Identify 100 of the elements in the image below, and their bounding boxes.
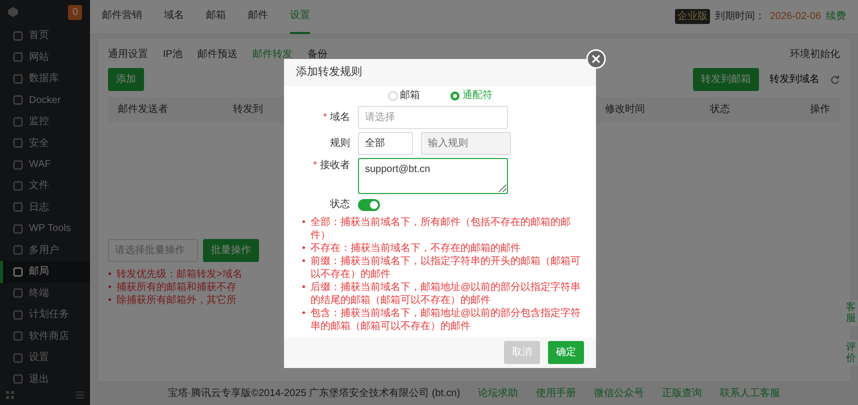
square-icon <box>13 74 23 84</box>
square-icon <box>13 310 23 320</box>
square-icon <box>13 245 23 256</box>
square-icon <box>13 288 23 298</box>
bullet: • <box>108 281 112 294</box>
bullet: • <box>302 255 306 269</box>
notification-badge: 0 <box>68 4 82 20</box>
sidebar-item[interactable]: Docker <box>0 89 90 111</box>
side-float-button[interactable]: 客服 <box>844 300 858 326</box>
expiry-label: 到期时间： <box>714 10 765 24</box>
square-icon <box>13 352 23 363</box>
sidebar-item[interactable]: 邮局 <box>0 261 90 283</box>
column-header: 操作 <box>810 103 830 117</box>
column-header: 转发到 <box>233 103 263 117</box>
logo-icon <box>8 7 18 18</box>
expiry-date: 2026-02-06 <box>770 10 821 24</box>
add-button[interactable]: 添加 <box>108 68 144 91</box>
sidebar-item[interactable]: 网站 <box>0 46 90 68</box>
square-icon <box>13 202 23 212</box>
footer-link[interactable]: 联系人工客服 <box>720 386 780 400</box>
sidebar-item[interactable]: WP Tools <box>0 218 90 240</box>
copyright-text: 宝塔·腾讯云专享版©2014-2025 广东堡塔安全技术有限公司 (bt.cn) <box>168 386 460 400</box>
sidebar-item[interactable]: WAF <box>0 154 90 176</box>
field-label: 规则 <box>330 137 350 151</box>
column-header: 状态 <box>710 102 730 117</box>
note-text: 捕获所有的邮箱和捕获不存 <box>116 281 237 294</box>
nav-tab[interactable]: 域名 <box>164 0 184 34</box>
sidebar-item[interactable]: 退出 <box>0 368 90 390</box>
domain-select[interactable]: 请选择 <box>358 106 508 129</box>
sidebar-item[interactable]: 首页 <box>0 24 90 46</box>
sidebar-item[interactable]: 终端 <box>0 282 90 304</box>
sidebar-item[interactable]: 软件商店 <box>0 326 90 347</box>
sidebar-item[interactable]: 日志 <box>0 196 90 218</box>
nav-tab[interactable]: 邮箱 <box>206 0 226 34</box>
sidebar-item[interactable]: 计划任务 <box>0 304 90 326</box>
menu-icon <box>75 390 85 400</box>
bullet: • <box>108 294 112 307</box>
nav-tab[interactable]: 邮件 <box>248 0 268 34</box>
nav-tab[interactable]: 设置 <box>290 0 310 34</box>
recipient-field[interactable]: support@bt.cn <box>358 158 508 194</box>
footer-link[interactable]: 正版查询 <box>662 386 702 400</box>
note-text: 后缀：捕获当前域名下，邮箱地址@以前的部分以指定字符串的结尾的邮箱（邮箱可以不存在）的邮件 <box>310 281 582 307</box>
note-text: 前缀：捕获当前域名下，以指定字符串的开头的邮箱（邮箱可以不存在）的邮件 <box>310 255 582 281</box>
sub-tab[interactable]: 通用设置 <box>108 47 148 62</box>
sub-tab[interactable]: 邮件预送 <box>197 47 238 62</box>
field-label: 域名 <box>330 110 350 125</box>
sub-tab[interactable]: 邮件转发 <box>252 47 292 62</box>
radio-option[interactable]: 通配符 <box>450 88 492 103</box>
field-label: 状态 <box>330 198 350 212</box>
renew-link[interactable]: 续费 <box>826 9 846 24</box>
radio-option[interactable]: 邮箱 <box>388 88 420 103</box>
grid-icon <box>5 390 15 400</box>
required-mark: * <box>323 111 327 125</box>
confirm-button[interactable]: 确定 <box>548 341 584 364</box>
note-text: 转发优先级：邮箱转发>域名 <box>116 268 242 281</box>
close-icon[interactable] <box>586 49 606 69</box>
sidebar-item[interactable]: 设置 <box>0 347 90 368</box>
square-icon <box>13 331 23 342</box>
footer-link[interactable]: 使用手册 <box>536 386 576 400</box>
sidebar-item[interactable]: 安全 <box>0 132 90 154</box>
column-header: 修改时间 <box>605 102 646 117</box>
field-label: 接收者 <box>320 158 350 173</box>
square-icon <box>13 138 23 148</box>
env-init-link[interactable]: 环境初始化 <box>790 47 840 62</box>
square-icon <box>13 30 23 41</box>
bullet: • <box>302 307 306 321</box>
sidebar-item[interactable]: 监控 <box>0 110 90 132</box>
toggle-button[interactable]: 转发到邮箱 <box>693 68 759 91</box>
bulk-button[interactable]: 批量操作 <box>203 239 259 262</box>
side-float-button[interactable]: 评价 <box>844 340 858 366</box>
sidebar-item[interactable]: 多用户 <box>0 240 90 262</box>
sub-tab[interactable]: 备份 <box>307 47 328 62</box>
note-text: 除捕获所有邮箱外，其它所 <box>116 294 237 307</box>
note-text: 不存在：捕获当前域名下，不存在的邮箱的邮件 <box>310 242 521 255</box>
column-header: 邮件发送者 <box>118 102 169 117</box>
square-icon <box>13 224 23 234</box>
edition-badge: 企业版 <box>674 9 710 24</box>
note-text: 包含：捕获当前域名下，邮箱地址@以前的部分包含指定字符串的邮箱（邮箱可以不存在）的邮件 <box>310 307 582 333</box>
sub-tab[interactable]: IP池 <box>163 47 182 62</box>
modal-title: 添加转发规则 <box>284 59 596 86</box>
note-text: 全部：捕获当前域名下，所有邮件（包括不存在的邮箱的邮件） <box>310 216 572 242</box>
square-icon <box>13 160 23 170</box>
required-mark: * <box>313 159 317 173</box>
sidebar-item[interactable]: 数据库 <box>0 68 90 90</box>
rule-select[interactable]: 全部 <box>358 132 413 155</box>
bullet: • <box>302 281 306 295</box>
status-switch[interactable] <box>358 198 380 210</box>
square-icon <box>13 266 23 277</box>
refresh-icon <box>830 74 840 84</box>
square-icon <box>13 95 23 106</box>
sidebar-item[interactable]: 文件 <box>0 175 90 197</box>
nav-tab[interactable]: 邮件营销 <box>102 0 142 34</box>
square-icon <box>13 374 23 384</box>
footer-link[interactable]: 论坛求助 <box>478 386 518 400</box>
square-icon <box>13 52 23 62</box>
square-icon <box>13 116 23 127</box>
square-icon <box>13 180 23 191</box>
bullet: • <box>302 242 306 255</box>
footer-link[interactable]: 微信公众号 <box>594 386 644 400</box>
bullet: • <box>108 268 112 281</box>
